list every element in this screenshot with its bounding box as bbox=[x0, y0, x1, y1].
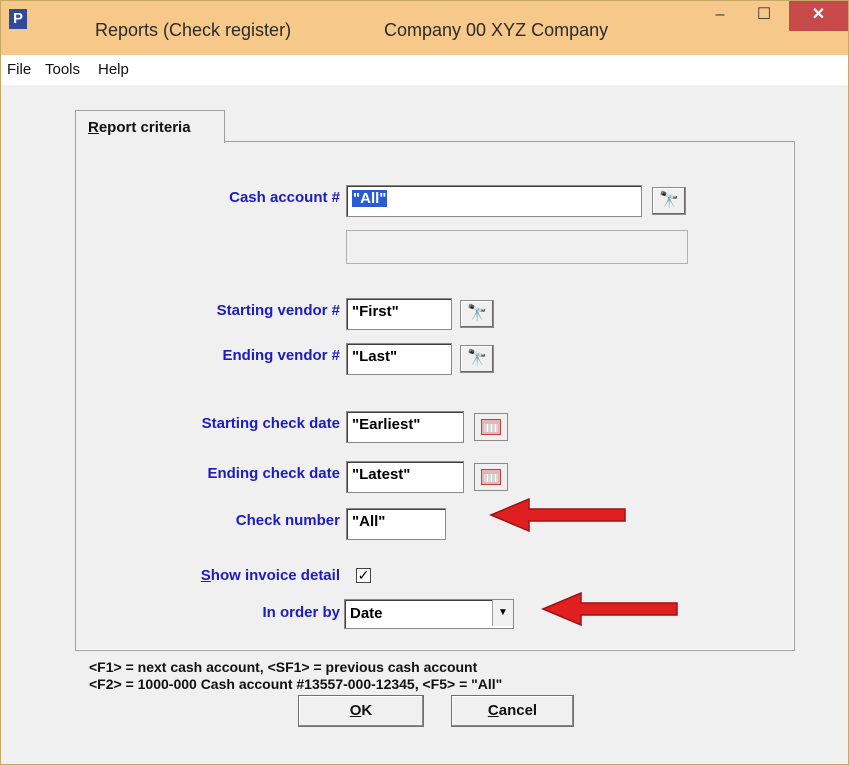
label-mnemonic: S bbox=[200, 567, 211, 584]
show-invoice-detail-label: Show invoice detail bbox=[201, 567, 340, 584]
ending-vendor-label: Ending vendor # bbox=[222, 347, 340, 364]
starting-vendor-lookup-button[interactable]: 🔭 bbox=[460, 300, 494, 328]
check-number-label: Check number bbox=[235, 512, 340, 529]
starting-vendor-input[interactable]: "First" bbox=[346, 298, 452, 330]
title-bar: P Reports (Check register) Company 00 XY… bbox=[1, 1, 848, 55]
ok-label-rest: K bbox=[361, 702, 373, 719]
starting-check-date-input[interactable]: "Earliest" bbox=[346, 411, 464, 443]
cancel-label-rest: ancel bbox=[498, 702, 538, 719]
cancel-button[interactable]: Cancel bbox=[451, 695, 574, 727]
ending-check-date-input[interactable]: "Latest" bbox=[346, 461, 464, 493]
show-invoice-detail-checkbox[interactable]: ✓ bbox=[356, 568, 371, 583]
menu-help[interactable]: Help bbox=[98, 61, 129, 78]
starting-date-calendar-button[interactable] bbox=[474, 413, 508, 441]
order-by-value: Date bbox=[350, 605, 383, 622]
chevron-down-icon[interactable]: ▼ bbox=[492, 600, 513, 626]
menu-file[interactable]: File bbox=[7, 61, 31, 78]
starting-check-date-label: Starting check date bbox=[201, 415, 340, 432]
starting-vendor-label: Starting vendor # bbox=[216, 302, 340, 319]
tab-label-rest: eport criteria bbox=[98, 119, 191, 136]
cash-account-value: "All" bbox=[352, 190, 388, 207]
ok-button[interactable]: OK bbox=[298, 695, 424, 727]
binoculars-icon: 🔭 bbox=[467, 350, 487, 367]
ending-vendor-lookup-button[interactable]: 🔭 bbox=[460, 345, 494, 373]
tab-report-criteria[interactable]: Report criteria bbox=[75, 110, 225, 143]
order-by-label: In order by bbox=[262, 604, 340, 621]
close-button[interactable]: ✕ bbox=[789, 1, 848, 31]
menu-bar: File Tools Help bbox=[1, 55, 848, 85]
app-window: P Reports (Check register) Company 00 XY… bbox=[0, 0, 849, 765]
hint-line-2: <F2> = 1000-000 Cash account #13557-000-… bbox=[89, 676, 503, 692]
company-title: Company 00 XYZ Company bbox=[384, 20, 609, 40]
menu-tools[interactable]: Tools bbox=[45, 61, 80, 78]
ending-check-date-label: Ending check date bbox=[207, 465, 340, 482]
calendar-icon bbox=[481, 419, 501, 435]
binoculars-icon: 🔭 bbox=[659, 192, 679, 209]
ending-vendor-input[interactable]: "Last" bbox=[346, 343, 452, 375]
criteria-panel bbox=[75, 141, 795, 651]
binoculars-icon: 🔭 bbox=[467, 305, 487, 322]
order-by-select[interactable]: Date ▼ bbox=[344, 599, 514, 629]
cash-account-label: Cash account # bbox=[229, 189, 340, 206]
cash-account-input[interactable]: "All" bbox=[346, 185, 642, 217]
app-icon: P bbox=[9, 9, 27, 29]
hint-line-1: <F1> = next cash account, <SF1> = previo… bbox=[89, 659, 478, 675]
annotation-arrow-left bbox=[489, 497, 626, 533]
label-rest: how invoice detail bbox=[210, 567, 340, 584]
maximize-button[interactable]: ☐ bbox=[742, 1, 786, 31]
ending-date-calendar-button[interactable] bbox=[474, 463, 508, 491]
annotation-arrow-left bbox=[541, 591, 678, 627]
cancel-mnemonic: C bbox=[487, 702, 499, 719]
tab-label: Report criteria bbox=[88, 119, 191, 136]
tab-mnemonic: R bbox=[88, 119, 99, 136]
cash-account-description bbox=[346, 230, 688, 264]
minimize-button[interactable]: – bbox=[698, 1, 742, 31]
check-number-input[interactable]: "All" bbox=[346, 508, 446, 540]
calendar-icon bbox=[481, 469, 501, 485]
window-title: Reports (Check register) bbox=[95, 20, 292, 40]
ok-mnemonic: O bbox=[349, 702, 362, 719]
cash-account-lookup-button[interactable]: 🔭 bbox=[652, 187, 686, 215]
